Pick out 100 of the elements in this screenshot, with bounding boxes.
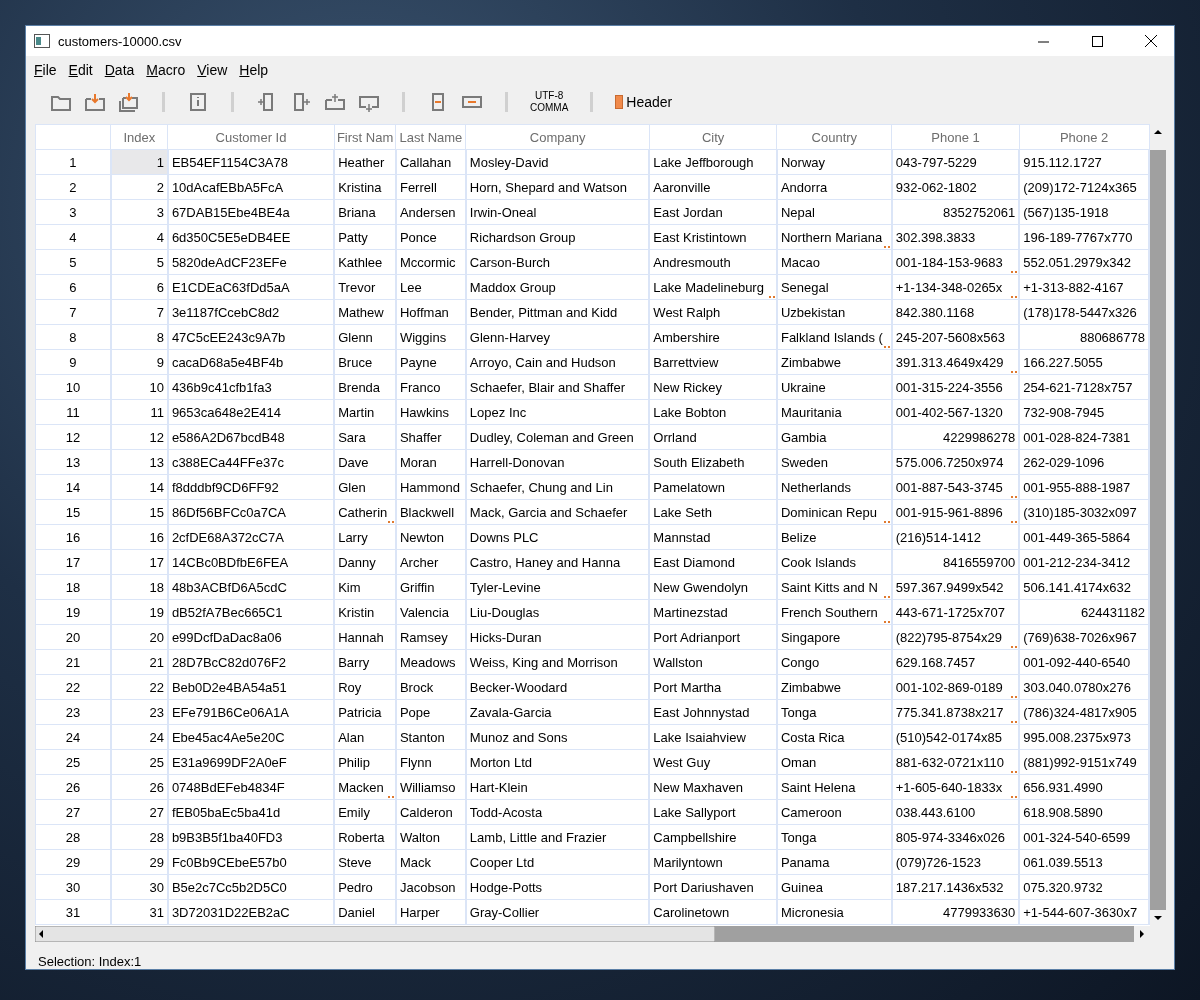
menu-item[interactable]: Macro [142,62,194,84]
column-header[interactable]: Company [465,124,650,150]
row-header[interactable]: 16 [35,524,111,550]
table-cell: New Gwendolyn [649,574,777,600]
table-cell: 20 [110,624,168,650]
table-cell: 5820deAdCF23EFe [167,249,335,275]
table-cell: Port Adrianport [649,624,777,650]
row-header[interactable]: 26 [35,774,111,800]
row-header[interactable]: 19 [35,599,111,625]
table-cell: Congo [776,649,892,675]
column-header[interactable]: Customer Id [167,124,335,150]
column-header[interactable]: Index [110,124,168,150]
column-header[interactable]: City [649,124,777,150]
row-header[interactable]: 24 [35,724,111,750]
column-header[interactable]: Last Name [395,124,466,150]
scroll-thumb[interactable] [35,926,715,942]
import-multiple-icon [118,92,140,112]
row-header[interactable]: 20 [35,624,111,650]
row-header[interactable]: 29 [35,849,111,875]
column-header[interactable]: Phone 1 [891,124,1020,150]
table-cell: Andorra [776,174,892,200]
column-header[interactable]: Country [776,124,892,150]
table-cell: Ambershire [649,324,777,350]
table-cell: Tonga [776,824,892,850]
row-header[interactable]: 15 [35,499,111,525]
row-header[interactable]: 2 [35,174,111,200]
row-header[interactable]: 30 [35,874,111,900]
table-cell: (510)542-0174x85 [891,724,1020,750]
row-header[interactable]: 17 [35,549,111,575]
row-header[interactable]: 18 [35,574,111,600]
row-header[interactable]: 12 [35,424,111,450]
menu-item[interactable]: View [193,62,236,84]
table-cell: Hart-Klein [465,774,650,800]
row-header[interactable]: 7 [35,299,111,325]
table-cell: Lake Bobton [649,399,777,425]
header-toggle[interactable]: Header [611,92,677,112]
column-header[interactable]: First Nam [334,124,396,150]
table-cell: 8416559700 [891,549,1020,575]
row-header[interactable]: 6 [35,274,111,300]
menu-item[interactable]: Edit [64,62,101,84]
row-header[interactable]: 1 [35,149,111,175]
row-header[interactable]: 4 [35,224,111,250]
menu-item[interactable]: Data [100,62,143,84]
row-header[interactable]: 14 [35,474,111,500]
table-cell: Glenn-Harvey [465,324,650,350]
table-cell: 254-621-7128x757 [1019,374,1149,400]
row-header[interactable]: 21 [35,649,111,675]
row-header[interactable]: 23 [35,699,111,725]
table-cell: +1-605-640-1833x [891,774,1020,800]
table-cell: Lamb, Little and Frazier [465,824,650,850]
row-header[interactable]: 13 [35,449,111,475]
table-cell: 001-915-961-8896 [891,499,1020,525]
menu-item[interactable]: File [30,62,65,84]
table-cell: Barrettview [649,349,777,375]
row-header[interactable]: 28 [35,824,111,850]
row-header[interactable]: 25 [35,749,111,775]
table-cell: East Kristintown [649,224,777,250]
row-header[interactable]: 9 [35,349,111,375]
table-cell: Uzbekistan [776,299,892,325]
table-cell: 506.141.4174x632 [1019,574,1149,600]
table-cell: (310)185-3032x097 [1019,499,1149,525]
table-cell: Falkland Islands ( [776,324,892,350]
column-header[interactable]: Phone 2 [1019,124,1149,150]
table-cell: Liu-Douglas [465,599,650,625]
table-cell: 13 [110,449,168,475]
row-header[interactable]: 10 [35,374,111,400]
table-cell: Schaefer, Blair and Shaffer [465,374,650,400]
table-cell: E1CDEaC63fDd5aA [167,274,335,300]
table-cell: 915.112.1727 [1019,149,1149,175]
table-cell: Hodge-Potts [465,874,650,900]
table-cell: Oman [776,749,892,775]
horizontal-scrollbar[interactable] [35,926,1150,942]
table-cell: Gambia [776,424,892,450]
row-header[interactable]: 27 [35,799,111,825]
table-cell: (769)638-7026x967 [1019,624,1149,650]
table-cell: 262-029-1096 [1019,449,1149,475]
row-header[interactable]: 3 [35,199,111,225]
table-cell: 038.443.6100 [891,799,1020,825]
row-header[interactable]: 8 [35,324,111,350]
encoding-button[interactable]: UTF-8 COMMA [526,90,573,114]
row-header[interactable]: 31 [35,899,111,925]
table-cell: 7 [110,299,168,325]
row-header[interactable]: 22 [35,674,111,700]
menu-item[interactable]: Help [235,62,277,84]
row-header[interactable]: 11 [35,399,111,425]
table-cell: 12 [110,424,168,450]
table-cell: 6 [110,274,168,300]
table-cell: Dominican Repu [776,499,892,525]
table-cell: Becker-Woodard [465,674,650,700]
table-cell: 001-402-567-1320 [891,399,1020,425]
table-cell: dB52fA7Bec665C1 [167,599,335,625]
overflow-marker-icon [387,796,394,798]
row-header[interactable]: 5 [35,249,111,275]
table-cell: E31a9699DF2A0eF [167,749,335,775]
status-text: Selection: Index:1 [37,953,143,969]
table-cell: Mauritania [776,399,892,425]
table-cell: Port Martha [649,674,777,700]
table-cell: South Elizabeth [649,449,777,475]
table-cell: Hicks-Duran [465,624,650,650]
table-cell: 3 [110,199,168,225]
